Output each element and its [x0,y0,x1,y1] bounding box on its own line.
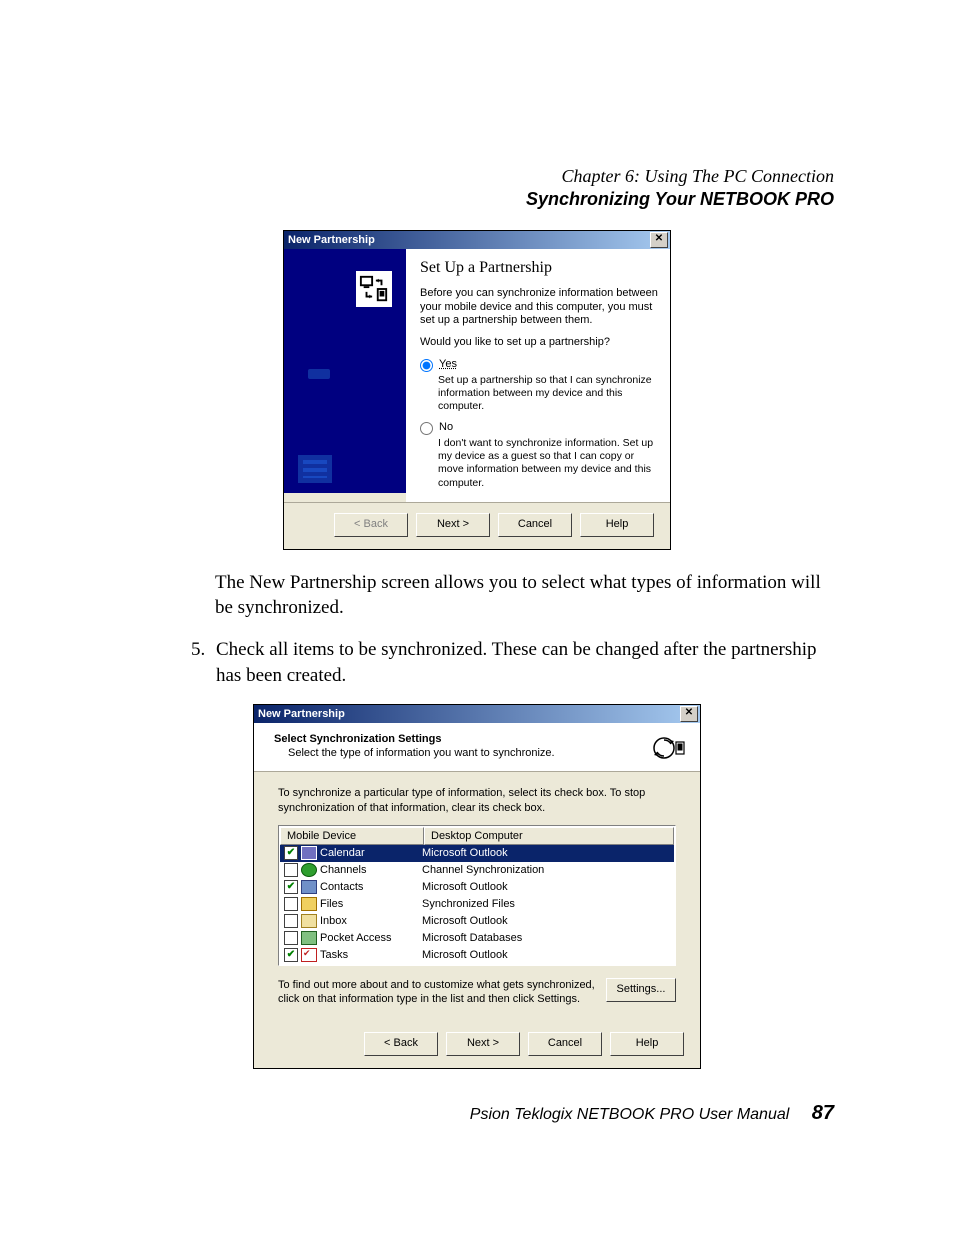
ic-cal-icon [301,846,317,860]
step-5: Check all items to be synchronized. Thes… [210,637,834,688]
help-button[interactable]: Help [580,513,654,537]
settings-button[interactable]: Settings... [606,978,676,1002]
wizard-side-graphic [284,249,406,493]
sync-icon [652,733,686,763]
chapter-title: Chapter 6: Using The PC Connection [120,165,834,188]
back-button: < Back [334,513,408,537]
manual-title: Psion Teklogix NETBOOK PRO User Manual [470,1106,790,1123]
col-desktop-computer[interactable]: Desktop Computer [424,827,674,845]
col-mobile-device[interactable]: Mobile Device [280,827,424,845]
step-list: Check all items to be synchronized. Thes… [120,637,834,688]
close-icon[interactable]: ✕ [650,232,668,248]
close-icon[interactable]: ✕ [680,706,698,722]
titlebar: New Partnership ✕ [254,705,700,723]
checkbox[interactable]: ✔ [284,880,298,894]
settings-hint: To find out more about and to customize … [278,978,596,1007]
sync-row-inbox[interactable]: Inbox Microsoft Outlook [280,913,674,930]
checkbox[interactable] [284,897,298,911]
new-partnership-dialog-2: New Partnership ✕ Select Synchronization… [253,704,701,1069]
wizard-content: Set Up a Partnership Before you can sync… [406,249,670,502]
desktop-value: Microsoft Outlook [420,881,674,893]
paragraph-1: The New Partnership screen allows you to… [120,570,834,621]
sync-row-tasks[interactable]: ✔ Tasks Microsoft Outlook [280,947,674,964]
dialog-title: New Partnership [288,234,375,246]
cancel-button[interactable]: Cancel [498,513,572,537]
sync-devices-icon [356,271,392,307]
running-header: Chapter 6: Using The PC Connection Synch… [120,165,834,212]
ic-inbox-icon [301,914,317,928]
sync-row-calendar[interactable]: ✔ Calendar Microsoft Outlook [280,845,674,862]
subheader-title: Select Synchronization Settings [274,733,441,745]
desktop-value: Channel Synchronization [420,864,674,876]
sync-intro: To synchronize a particular type of info… [278,786,676,815]
sync-table: Mobile Device Desktop Computer ✔ Calendar… [278,825,676,966]
next-button[interactable]: Next > [446,1032,520,1056]
checkbox[interactable] [284,863,298,877]
wizard-subheader: Select Synchronization Settings Select t… [254,723,700,772]
desktop-value: Microsoft Outlook [420,949,674,961]
ic-files-icon [301,897,317,911]
radio-yes-input[interactable] [420,359,433,372]
desktop-value: Microsoft Outlook [420,847,674,859]
checkbox[interactable] [284,914,298,928]
desktop-value: Microsoft Outlook [420,915,674,927]
titlebar: New Partnership ✕ [284,231,670,249]
back-button[interactable]: < Back [364,1032,438,1056]
checkbox[interactable] [284,931,298,945]
help-button[interactable]: Help [610,1032,684,1056]
item-name: Calendar [320,847,365,859]
ic-cont-icon [301,880,317,894]
wizard-question: Would you like to set up a partnership? [420,336,658,350]
checkbox[interactable]: ✔ [284,846,298,860]
radio-yes-label: Yes [439,358,457,370]
sync-row-pocket-access[interactable]: Pocket Access Microsoft Databases [280,930,674,947]
item-name: Tasks [320,949,348,961]
radio-no-label: No [439,421,453,433]
wizard-intro: Before you can synchronize information b… [420,287,658,328]
subheader-sub: Select the type of information you want … [288,747,652,759]
radio-no-desc: I don't want to synchronize information.… [438,437,658,490]
desktop-value: Synchronized Files [420,898,674,910]
section-title: Synchronizing Your NETBOOK PRO [120,188,834,211]
radio-no[interactable]: No [420,421,658,435]
ic-pa-icon [301,931,317,945]
document-page: Chapter 6: Using The PC Connection Synch… [0,0,954,1235]
radio-yes-desc: Set up a partnership so that I can synch… [438,374,658,413]
item-name: Contacts [320,881,363,893]
item-name: Pocket Access [320,932,392,944]
ic-tasks-icon [301,948,317,962]
next-button[interactable]: Next > [416,513,490,537]
page-footer: Psion Teklogix NETBOOK PRO User Manual 8… [470,1102,834,1125]
sync-row-contacts[interactable]: ✔ Contacts Microsoft Outlook [280,879,674,896]
page-number: 87 [812,1102,834,1124]
item-name: Channels [320,864,366,876]
radio-no-input[interactable] [420,422,433,435]
checkbox[interactable]: ✔ [284,948,298,962]
wizard-heading: Set Up a Partnership [420,259,658,277]
desktop-value: Microsoft Databases [420,932,674,944]
ic-chan-icon [301,863,317,877]
sync-row-channels[interactable]: Channels Channel Synchronization [280,862,674,879]
radio-yes[interactable]: Yes [420,358,658,372]
item-name: Files [320,898,343,910]
dialog-title: New Partnership [258,708,345,720]
cancel-button[interactable]: Cancel [528,1032,602,1056]
sync-row-files[interactable]: Files Synchronized Files [280,896,674,913]
item-name: Inbox [320,915,347,927]
new-partnership-dialog-1: New Partnership ✕ Set Up a Partnership B… [283,230,671,550]
